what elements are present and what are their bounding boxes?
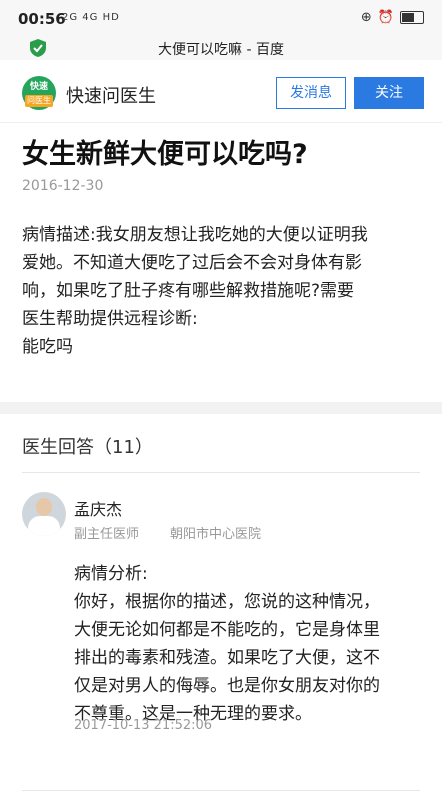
doctor-avatar[interactable] (22, 492, 66, 536)
doctor-name[interactable]: 孟庆杰 (74, 496, 122, 520)
app-name[interactable]: 快速问医生 (66, 82, 156, 108)
system-icons: ⊕ ⏰ (361, 10, 424, 25)
description-line: 爱她。不知道大便吃了过后会不会对身体有影 (22, 253, 362, 273)
analysis-line: 你好，根据你的描述，您说的这种情况， (74, 592, 380, 612)
divider-line (22, 790, 420, 791)
status-bar: 00:56 2G 4G HD ⊕ ⏰ (0, 0, 442, 36)
clock-icon: ⏰ (377, 10, 394, 25)
answer-datetime: 2017-10-13 21:52:06 (74, 718, 213, 733)
follow-button[interactable]: 关注 (354, 77, 424, 109)
logo-bottom-text: 问医生 (25, 95, 53, 107)
analysis-line: 排出的毒素和残渣。如果吃了大便，这不 (74, 648, 380, 668)
answers-header: 医生回答（11） (22, 437, 153, 458)
app-logo: 快速 问医生 (22, 76, 56, 110)
description-line: 能吃吗 (22, 337, 73, 357)
description-line: 医生帮助提供远程诊断: (22, 309, 198, 329)
message-button[interactable]: 发消息 (276, 77, 346, 109)
question-title: 女生新鲜大便可以吃吗? (22, 139, 308, 170)
description-line: 病情描述:我女朋友想让我吃她的大便以证明我 (22, 225, 368, 245)
app-bar: 快速 问医生 快速问医生 发消息 关注 (0, 64, 442, 123)
description-line: 响，如果吃了肚子疼有哪些解救措施呢?需要 (22, 281, 355, 301)
status-time: 00:56 (18, 10, 66, 28)
network-indicator: 2G 4G HD (62, 12, 120, 23)
analysis-line: 仅是对男人的侮辱。也是你女朋友对你的 (74, 676, 380, 696)
analysis-line: 大便无论如何都是不能吃的，它是身体里 (74, 620, 380, 640)
analysis-line: 病情分析: (74, 564, 148, 584)
question-description: 病情描述:我女朋友想让我吃她的大便以证明我 爱她。不知道大便吃了过后会不会对身体… (22, 221, 424, 361)
divider-line (22, 472, 420, 473)
browser-title-bar[interactable]: 大便可以吃嘛 - 百度 (0, 36, 442, 60)
question-date: 2016-12-30 (22, 178, 104, 194)
section-divider (0, 402, 442, 414)
doctor-title: 副主任医师 (74, 527, 140, 542)
doctor-hospital: 朝阳市中心医院 (170, 527, 262, 542)
answer-analysis: 病情分析: 你好，根据你的描述，您说的这种情况， 大便无论如何都是不能吃的，它是… (74, 560, 426, 728)
page-title: 大便可以吃嘛 - 百度 (158, 42, 284, 58)
alarm-icon: ⊕ (360, 10, 372, 25)
logo-top-text: 快速 (29, 82, 48, 92)
battery-icon (400, 11, 424, 24)
